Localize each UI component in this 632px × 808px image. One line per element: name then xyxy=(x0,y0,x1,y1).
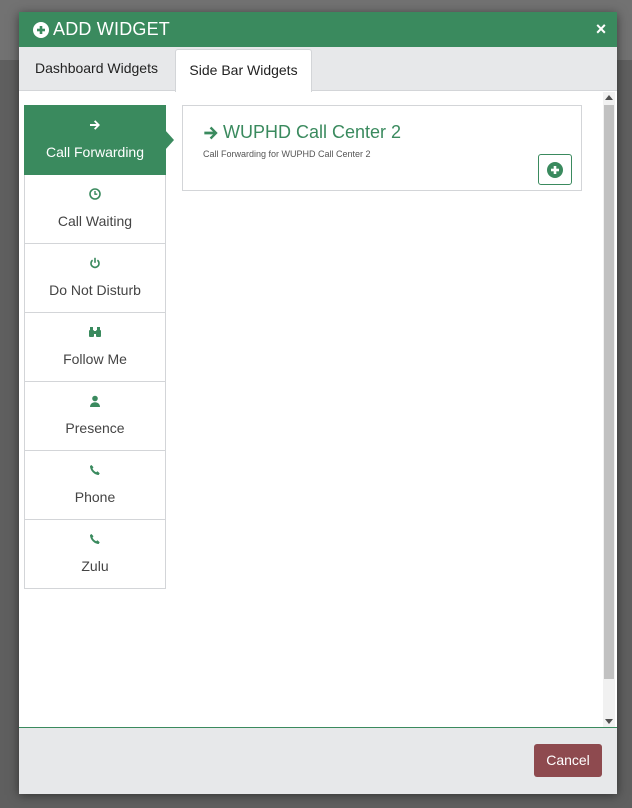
category-label: Do Not Disturb xyxy=(49,282,141,298)
modal-footer: Cancel xyxy=(19,727,617,794)
category-zulu[interactable]: Zulu xyxy=(24,520,166,589)
modal-title-wrap: ADD WIDGET xyxy=(33,19,170,40)
tab-bar: Dashboard Widgets Side Bar Widgets xyxy=(19,47,617,92)
widget-category-list: Call Forwarding Call Waiting Do Not Dist… xyxy=(24,105,174,589)
clock-icon xyxy=(25,188,165,202)
tab-side-bar-widgets[interactable]: Side Bar Widgets xyxy=(175,49,312,92)
category-call-forwarding[interactable]: Call Forwarding xyxy=(24,105,174,175)
widget-description: Call Forwarding for WUPHD Call Center 2 xyxy=(203,149,371,159)
category-label: Call Waiting xyxy=(57,213,133,229)
widget-card: WUPHD Call Center 2 Call Forwarding for … xyxy=(182,105,582,191)
power-icon xyxy=(25,257,165,271)
modal-body: Call Forwarding Call Waiting Do Not Dist… xyxy=(19,91,617,727)
scroll-thumb[interactable] xyxy=(604,105,614,679)
modal-header: ADD WIDGET × xyxy=(19,12,617,47)
category-call-waiting[interactable]: Call Waiting xyxy=(24,175,166,244)
plus-circle-icon xyxy=(33,21,49,38)
category-label: Call Forwarding xyxy=(45,144,145,160)
scroll-down-arrow-icon[interactable] xyxy=(605,719,613,724)
category-follow-me[interactable]: Follow Me xyxy=(24,313,166,382)
category-label: Zulu xyxy=(81,558,109,574)
arrow-right-icon xyxy=(204,126,218,139)
category-presence[interactable]: Presence xyxy=(24,382,166,451)
scroll-up-arrow-icon[interactable] xyxy=(605,95,613,100)
widget-title-wrap: WUPHD Call Center 2 xyxy=(203,122,401,143)
add-widget-button[interactable] xyxy=(538,154,572,185)
modal-title: ADD WIDGET xyxy=(53,19,170,39)
category-label: Presence xyxy=(65,420,125,436)
phone-icon xyxy=(25,533,165,547)
plus-circle-icon xyxy=(547,161,563,178)
add-widget-modal: ADD WIDGET × Dashboard Widgets Side Bar … xyxy=(19,12,617,794)
cancel-button[interactable]: Cancel xyxy=(534,744,602,777)
user-icon xyxy=(25,395,165,409)
binoculars-icon xyxy=(25,326,165,340)
body-scrollbar[interactable] xyxy=(603,92,615,727)
close-button[interactable]: × xyxy=(591,18,611,40)
tab-dashboard-widgets[interactable]: Dashboard Widgets xyxy=(19,47,174,90)
category-phone[interactable]: Phone xyxy=(24,451,166,520)
arrow-right-icon xyxy=(25,119,165,133)
phone-icon xyxy=(25,464,165,478)
category-label: Phone xyxy=(74,489,116,505)
widget-title: WUPHD Call Center 2 xyxy=(223,122,402,142)
category-do-not-disturb[interactable]: Do Not Disturb xyxy=(24,244,166,313)
category-label: Follow Me xyxy=(63,351,127,367)
